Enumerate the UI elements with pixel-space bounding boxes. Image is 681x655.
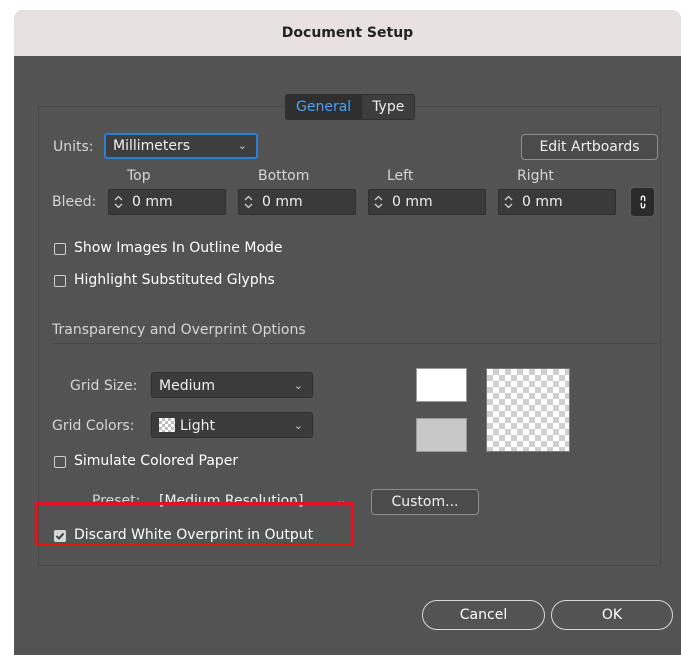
- highlight-glyphs-checkbox[interactable]: [54, 275, 66, 287]
- highlight-glyphs-label: Highlight Substituted Glyphs: [74, 272, 275, 288]
- checkerboard-swatch-icon: [159, 418, 175, 432]
- grid-color-swatch-gray[interactable]: [416, 418, 467, 452]
- bleed-left-value: 0 mm: [392, 194, 433, 210]
- section-divider: [52, 343, 658, 344]
- tab-bar: General Type: [285, 94, 416, 120]
- link-bleed-button[interactable]: [630, 187, 655, 217]
- bleed-bottom-value: 0 mm: [262, 194, 303, 210]
- units-select[interactable]: Millimeters ⌄: [104, 133, 258, 159]
- grid-colors-value: Light: [180, 418, 215, 434]
- grid-color-swatch-white[interactable]: [416, 368, 467, 402]
- chevron-down-icon: ⌄: [237, 139, 247, 152]
- bleed-right-label: Right: [517, 168, 554, 184]
- tab-type[interactable]: Type: [362, 95, 414, 119]
- dialog-title: Document Setup: [14, 10, 681, 56]
- grid-colors-label: Grid Colors:: [52, 418, 135, 434]
- bleed-top-value: 0 mm: [132, 194, 173, 210]
- tab-general[interactable]: General: [286, 95, 363, 119]
- document-setup-dialog: Document Setup General Type Units: Milli…: [14, 10, 681, 655]
- stepper-arrows-icon[interactable]: [113, 194, 124, 210]
- grid-size-select[interactable]: Medium ⌄: [151, 372, 313, 398]
- stepper-arrows-icon[interactable]: [503, 194, 514, 210]
- bleed-label: Bleed:: [52, 194, 97, 210]
- grid-size-value: Medium: [159, 378, 215, 394]
- simulate-paper-label: Simulate Colored Paper: [74, 453, 239, 469]
- bleed-bottom-label: Bottom: [258, 168, 310, 184]
- ok-button[interactable]: OK: [551, 600, 673, 630]
- edit-artboards-button[interactable]: Edit Artboards: [521, 134, 658, 160]
- bleed-right-field[interactable]: 0 mm: [498, 189, 616, 215]
- stepper-arrows-icon[interactable]: [243, 194, 254, 210]
- simulate-paper-checkbox[interactable]: [54, 456, 66, 468]
- transparency-section-title: Transparency and Overprint Options: [52, 322, 306, 338]
- cancel-button[interactable]: Cancel: [422, 600, 545, 630]
- bleed-left-label: Left: [387, 168, 414, 184]
- bleed-top-field[interactable]: 0 mm: [108, 189, 226, 215]
- bleed-left-field[interactable]: 0 mm: [368, 189, 486, 215]
- custom-button[interactable]: Custom...: [371, 489, 479, 515]
- transparency-grid-preview: [486, 368, 570, 452]
- show-images-outline-label: Show Images In Outline Mode: [74, 240, 283, 256]
- bleed-bottom-field[interactable]: 0 mm: [238, 189, 356, 215]
- stepper-arrows-icon[interactable]: [373, 194, 384, 210]
- chain-link-icon: [640, 195, 645, 209]
- bleed-top-label: Top: [127, 168, 151, 184]
- bleed-right-value: 0 mm: [522, 194, 563, 210]
- chevron-down-icon: ⌄: [293, 379, 303, 392]
- dialog-body: General Type Units: Millimeters ⌄ Edit A…: [14, 56, 681, 655]
- chevron-down-icon: ⌄: [293, 419, 303, 432]
- units-label: Units:: [53, 139, 94, 155]
- show-images-outline-checkbox[interactable]: [54, 243, 66, 255]
- grid-colors-select[interactable]: Light ⌄: [151, 412, 313, 438]
- units-value: Millimeters: [113, 138, 191, 154]
- annotation-highlight-box: [35, 502, 354, 546]
- grid-size-label: Grid Size:: [70, 378, 138, 394]
